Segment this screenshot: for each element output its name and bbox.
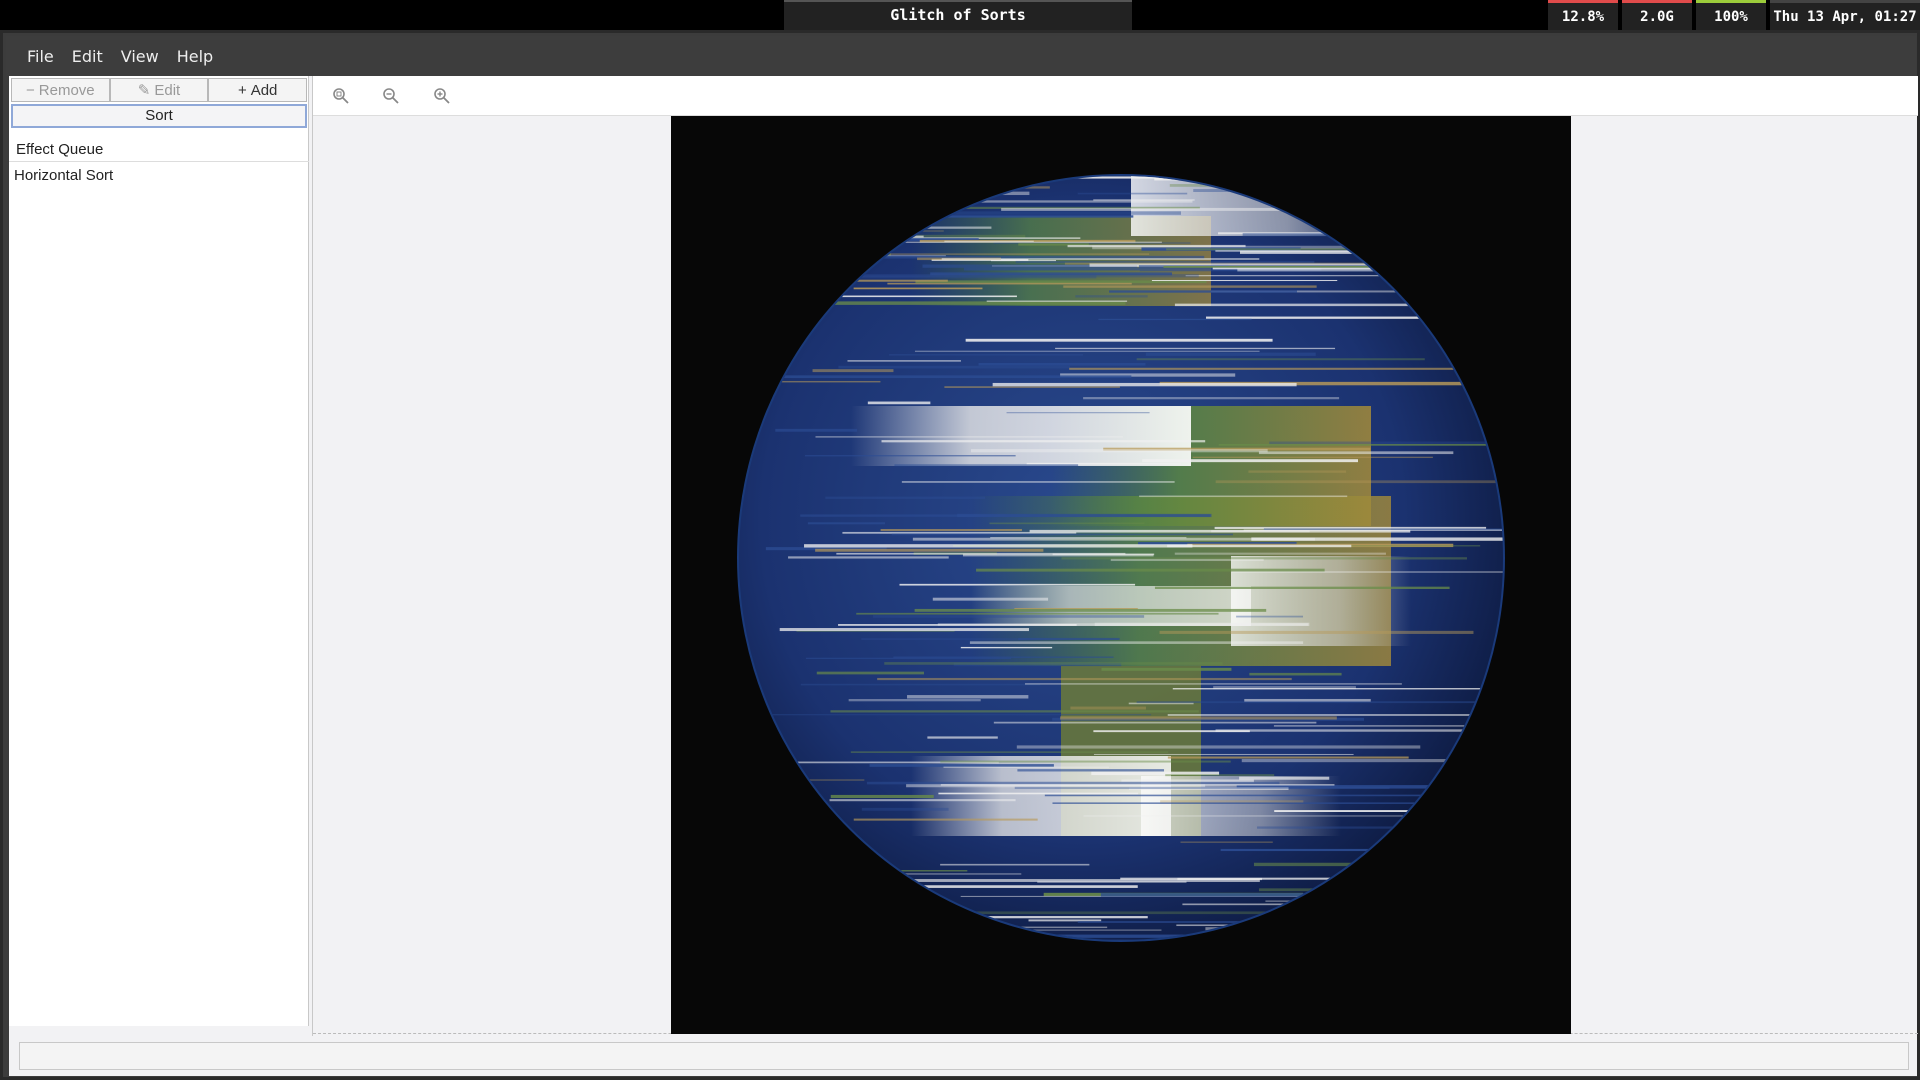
system-bar: Glitch of Sorts 12.8% 2.0G 100% Thu 13 A…	[0, 0, 1920, 30]
effect-queue-header: Effect Queue	[9, 138, 309, 162]
memory-indicator: 2.0G	[1622, 0, 1692, 30]
menu-bar: File Edit View Help	[6, 36, 1916, 76]
plus-icon: +	[237, 81, 247, 99]
zoom-in-icon[interactable]	[430, 84, 454, 108]
menu-help[interactable]: Help	[168, 43, 222, 70]
menu-edit[interactable]: Edit	[63, 43, 112, 70]
menu-view[interactable]: View	[112, 43, 168, 70]
effects-panel: − Remove ✎ Edit + Add Sort Effect Queue …	[9, 76, 309, 1026]
cpu-indicator: 12.8%	[1548, 0, 1618, 30]
status-bar	[19, 1042, 1909, 1070]
edit-label: Edit	[154, 81, 181, 99]
pencil-icon: ✎	[137, 82, 151, 99]
zoom-out-icon[interactable]	[379, 84, 403, 108]
add-button[interactable]: + Add	[208, 78, 308, 102]
image-canvas[interactable]	[313, 116, 1918, 1034]
sorted-earth-image	[737, 174, 1505, 942]
image-frame	[671, 116, 1571, 1034]
window-title: Glitch of Sorts	[784, 0, 1132, 30]
clock: Thu 13 Apr, 01:27	[1770, 0, 1920, 30]
sort-button[interactable]: Sort	[11, 104, 307, 128]
edit-button[interactable]: ✎ Edit	[109, 78, 209, 102]
minus-icon: −	[26, 81, 35, 99]
menu-file[interactable]: File	[18, 43, 63, 70]
main-content: − Remove ✎ Edit + Add Sort Effect Queue …	[9, 76, 1918, 1076]
image-panel	[312, 76, 1918, 1036]
battery-indicator: 100%	[1696, 0, 1766, 30]
zoom-toolbar	[313, 76, 1918, 116]
add-label: Add	[250, 81, 278, 99]
app-window: File Edit View Help − Remove ✎ Edit + Ad…	[0, 30, 1920, 1080]
list-item[interactable]: Horizontal Sort	[9, 164, 309, 188]
remove-button[interactable]: − Remove	[11, 78, 110, 102]
remove-label: Remove	[38, 81, 95, 99]
zoom-fit-icon[interactable]	[329, 84, 353, 108]
effect-buttons: − Remove ✎ Edit + Add	[11, 78, 308, 102]
